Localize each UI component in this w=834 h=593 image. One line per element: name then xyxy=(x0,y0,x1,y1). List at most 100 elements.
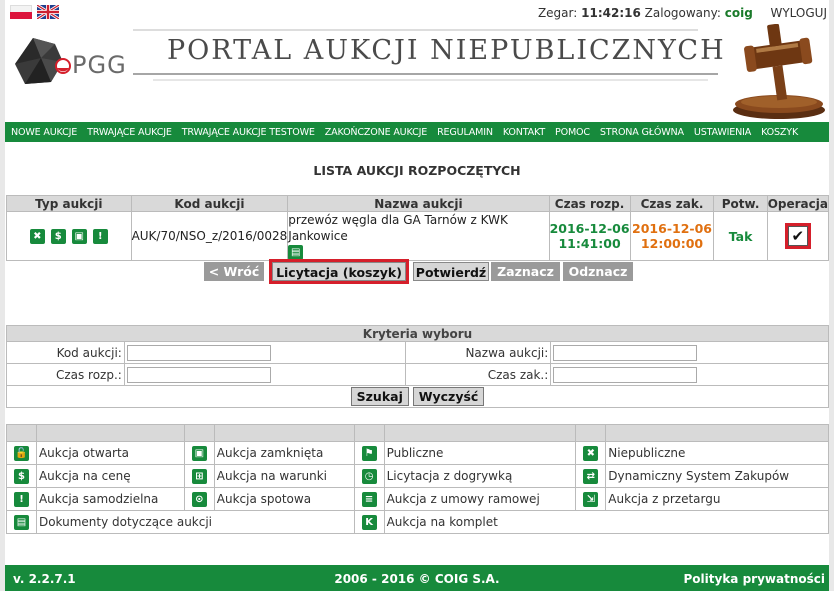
confirm-button[interactable]: Potwierdź xyxy=(413,262,489,281)
select-all-button[interactable]: Zaznacz xyxy=(491,262,560,281)
end-time: 12:00:00 xyxy=(640,236,704,251)
nav-ongoing-test-auctions[interactable]: TRWAJĄCE AUKCJE TESTOWE xyxy=(177,127,320,138)
cell-code: AUK/70/NSO_z/2016/0028 xyxy=(130,211,289,261)
price-icon: $ xyxy=(50,228,66,244)
logout-link[interactable]: WYLOGUJ xyxy=(770,6,827,20)
end-cell xyxy=(550,363,829,386)
page: Zegar: 11:42:16 Zalogowany: coig WYLOGUJ… xyxy=(0,0,834,591)
deselect-all-button[interactable]: Odznacz xyxy=(563,262,633,281)
page-title: LISTA AUKCJI ROZPOCZĘTYCH xyxy=(313,163,521,178)
search-button[interactable]: Szukaj xyxy=(350,387,409,406)
name-input[interactable] xyxy=(553,344,698,361)
table-row: ✖ $ ▣ ! AUK/70/NSO_z/2016/0028 przewóz w… xyxy=(6,211,830,261)
table-header-row: Typ aukcji Kod aukcji Nazwa aukcji Czas … xyxy=(6,195,830,212)
k-icon: K xyxy=(361,514,377,530)
clear-button[interactable]: Wyczyść xyxy=(412,387,485,406)
nav-new-auctions[interactable]: NOWE AUKCJE xyxy=(5,127,82,138)
non-public-icon: ✖ xyxy=(29,228,45,244)
exclamation-icon: ! xyxy=(13,491,29,507)
main-nav: NOWE AUKCJE TRWAJĄCE AUKCJE TRWAJĄCE AUK… xyxy=(5,122,829,142)
nav-settings[interactable]: USTAWIENIA xyxy=(689,127,756,138)
shuffle-icon: ⇄ xyxy=(583,468,599,484)
select-checkbox[interactable]: ✔ xyxy=(787,226,808,246)
clock-icon: ◷ xyxy=(361,468,377,484)
document-icon[interactable]: ▤ xyxy=(288,245,304,260)
col-header-code[interactable]: Kod aukcji xyxy=(130,195,289,212)
icon-legend: 🔓 Aukcja otwarta ▣ Aukcja zamknięta ⚑ Pu… xyxy=(6,424,830,534)
nav-finished-auctions[interactable]: ZAKOŃCZONE AUKCJE xyxy=(320,127,432,138)
legend-label: Aukcja na cenę xyxy=(35,464,185,488)
clock-label: Zegar: xyxy=(537,6,578,20)
name-cell xyxy=(550,341,829,364)
legend-label: Aukcja otwarta xyxy=(35,441,185,465)
dollar-icon: $ xyxy=(13,468,29,484)
document-icon: ▤ xyxy=(13,514,29,530)
closed-lock-icon: ▣ xyxy=(191,445,207,461)
col-header-end[interactable]: Czas zak. xyxy=(629,195,715,212)
nav-ongoing-auctions[interactable]: TRWAJĄCE AUKCJE xyxy=(82,127,177,138)
tender-icon: ⇲ xyxy=(583,491,599,507)
header: Zegar: 11:42:16 Zalogowany: coig WYLOGUJ… xyxy=(5,0,829,122)
code-input[interactable] xyxy=(126,344,271,361)
cell-confirmed: Tak xyxy=(713,211,768,261)
start-time: 11:41:00 xyxy=(558,236,621,251)
privacy-link[interactable]: Polityka prywatności xyxy=(684,565,826,593)
legend-label: Aukcja zamknięta xyxy=(213,441,355,465)
criteria-buttons: Szukaj Wyczyść xyxy=(6,385,829,408)
timer-icon: ⊙ xyxy=(191,491,207,507)
contract-icon: ≡ xyxy=(361,491,377,507)
end-date: 2016-12-06 xyxy=(632,221,712,236)
end-label: Czas zak.: xyxy=(404,363,552,386)
col-header-name[interactable]: Nazwa aukcji xyxy=(287,195,550,212)
footer: 2006 - 2016 © COIG S.A. v. 2.2.7.1 Polit… xyxy=(5,565,829,591)
cell-type: ✖ $ ▣ ! xyxy=(6,211,132,261)
back-button[interactable]: < Wróć xyxy=(204,262,264,281)
legend-label: Dokumenty dotyczące aukcji xyxy=(35,510,355,534)
cell-operation: ✔ xyxy=(766,211,830,261)
flag-icon: ⚑ xyxy=(361,445,377,461)
flag-uk-icon[interactable] xyxy=(36,3,60,21)
start-label: Czas rozp.: xyxy=(6,363,125,386)
flag-pl-icon[interactable] xyxy=(10,5,32,19)
nav-regulations[interactable]: REGULAMIN xyxy=(432,127,498,138)
legend-label: Aukcja na komplet xyxy=(383,510,830,534)
col-header-type[interactable]: Typ aukcji xyxy=(6,195,132,212)
nav-basket[interactable]: KOSZYK xyxy=(756,127,803,138)
legend-label: Aukcja na warunki xyxy=(213,464,355,488)
legend-label: Dynamiczny System Zakupów xyxy=(605,464,829,488)
standalone-icon: ! xyxy=(92,228,108,244)
version: v. 2.2.7.1 xyxy=(13,572,76,586)
legend-label: Niepubliczne xyxy=(605,441,829,465)
col-header-operation: Operacja xyxy=(766,195,830,212)
legend-label: Licytacja z dogrywką xyxy=(383,464,577,488)
open-lock-icon: 🔓 xyxy=(13,445,29,461)
auction-name-link[interactable]: przewóz węgla dla GA Tarnów z KWK Jankow… xyxy=(288,212,548,244)
non-public-icon: ✖ xyxy=(583,445,599,461)
end-input[interactable] xyxy=(553,366,698,383)
start-cell xyxy=(123,363,406,386)
user-label: Zalogowany: xyxy=(644,6,721,20)
top-bar: Zegar: 11:42:16 Zalogowany: coig WYLOGUJ xyxy=(538,6,827,20)
logo-text: PGG xyxy=(72,51,127,79)
auction-table: Typ aukcji Kod aukcji Nazwa aukcji Czas … xyxy=(6,195,830,261)
legend-label: Aukcja z przetargu xyxy=(605,487,829,511)
highlight-box: ✔ xyxy=(784,223,811,249)
bidding-basket-button[interactable]: Licytacja (koszyk) xyxy=(272,262,406,281)
col-header-confirmed[interactable]: Potw. xyxy=(713,195,768,212)
legend-label: Aukcja z umowy ramowej xyxy=(383,487,577,511)
gavel-icon xyxy=(727,23,827,120)
start-input[interactable] xyxy=(126,366,271,383)
name-label: Nazwa aukcji: xyxy=(404,341,552,364)
nav-help[interactable]: POMOC xyxy=(550,127,595,138)
search-criteria: Kryteria wyboru Kod aukcji: Nazwa aukcji… xyxy=(6,325,829,408)
legend-label: Aukcja samodzielna xyxy=(35,487,185,511)
code-cell xyxy=(123,341,406,364)
clock-value: 11:42:16 xyxy=(581,6,641,20)
legend-label: Publiczne xyxy=(383,441,577,465)
col-header-start[interactable]: Czas rozp. xyxy=(548,195,631,212)
cell-end: 2016-12-06 12:00:00 xyxy=(629,211,715,261)
cart-icon: ⊞ xyxy=(191,468,207,484)
nav-contact[interactable]: KONTAKT xyxy=(498,127,550,138)
start-date: 2016-12-06 xyxy=(549,221,630,236)
nav-home[interactable]: STRONA GŁÓWNA xyxy=(595,127,689,138)
